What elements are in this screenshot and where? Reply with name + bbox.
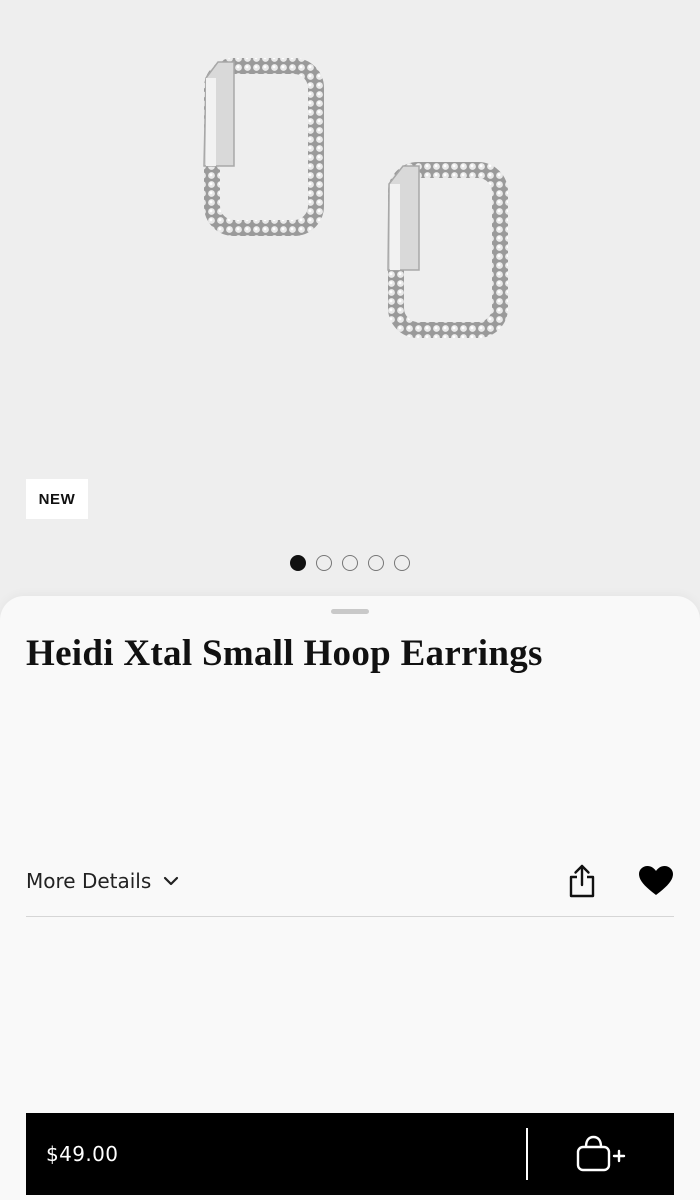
earrings-image: [203, 58, 508, 338]
product-details-sheet: Heidi Xtal Small Hoop Earrings More Deta…: [0, 596, 700, 1200]
product-title: Heidi Xtal Small Hoop Earrings: [26, 633, 543, 674]
earring-right: [387, 162, 508, 338]
purchase-bar[interactable]: $49.00: [26, 1113, 674, 1195]
chevron-down-icon: [164, 876, 179, 886]
carousel-dot[interactable]: [316, 555, 332, 571]
share-button[interactable]: [564, 862, 600, 900]
carousel-indicator[interactable]: [0, 555, 700, 571]
more-details-toggle[interactable]: More Details: [26, 869, 179, 893]
earring-left: [203, 58, 324, 236]
favorite-button[interactable]: [638, 862, 674, 900]
heart-icon: [639, 866, 673, 895]
details-divider: [26, 916, 674, 917]
new-badge: NEW: [26, 479, 88, 519]
product-actions: [564, 862, 674, 900]
details-row: More Details: [26, 858, 674, 904]
shopping-bag-plus-icon: [576, 1135, 626, 1172]
carousel-dot[interactable]: [342, 555, 358, 571]
product-price: $49.00: [46, 1142, 119, 1166]
add-to-bag-button[interactable]: [528, 1113, 674, 1195]
product-image-gallery[interactable]: NEW: [0, 0, 700, 610]
share-icon: [569, 864, 595, 898]
carousel-dot[interactable]: [394, 555, 410, 571]
carousel-dot[interactable]: [368, 555, 384, 571]
carousel-dot[interactable]: [290, 555, 306, 571]
sheet-grabber-handle[interactable]: [331, 609, 369, 614]
more-details-label: More Details: [26, 869, 152, 893]
